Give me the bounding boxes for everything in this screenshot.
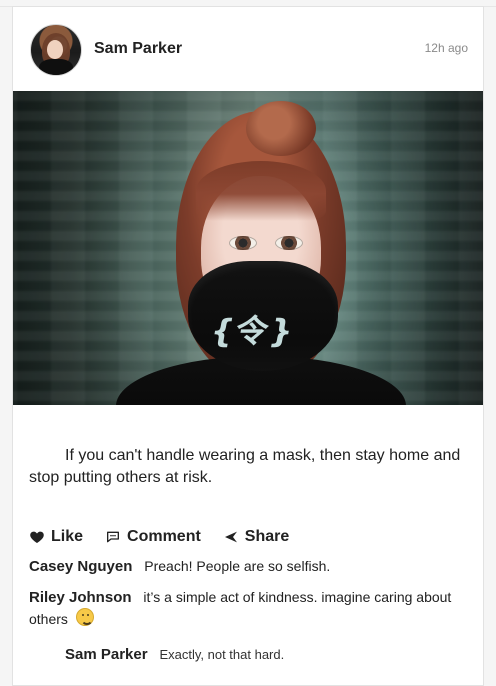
post-actions: Like Comment Share bbox=[29, 524, 469, 550]
disappointed-emoji-icon bbox=[75, 608, 94, 626]
right-eye bbox=[275, 236, 303, 250]
bangs bbox=[196, 161, 326, 221]
reply-row: Sam Parker Exactly, not that hard. bbox=[65, 644, 469, 665]
mask-logo: {令} bbox=[207, 312, 299, 350]
comment-author[interactable]: Riley Johnson bbox=[29, 589, 132, 606]
reply-text: Exactly, not that hard. bbox=[159, 647, 285, 662]
emoji-mouth bbox=[80, 619, 93, 625]
comment-author[interactable]: Casey Nguyen bbox=[29, 558, 132, 575]
comments: Casey Nguyen Preach! People are so selfi… bbox=[29, 556, 469, 663]
post-card: Sam Parker 12h ago {令} If you can't hand… bbox=[12, 6, 484, 686]
share-label: Share bbox=[244, 528, 290, 545]
comment-row: Casey Nguyen Preach! People are so selfi… bbox=[29, 556, 469, 577]
comment-icon bbox=[105, 529, 121, 545]
post-time: 12h ago bbox=[424, 41, 468, 55]
like-button[interactable]: Like bbox=[29, 528, 83, 546]
avatar[interactable] bbox=[30, 24, 82, 76]
post-caption: If you can't handle wearing a mask, then… bbox=[29, 447, 461, 486]
avatar-face bbox=[47, 40, 63, 59]
comment-row: Riley Johnson it’s a simple act of kindn… bbox=[29, 587, 469, 629]
comment-button[interactable]: Comment bbox=[105, 528, 201, 546]
photo-person: {令} bbox=[116, 101, 406, 405]
left-eye bbox=[229, 236, 257, 250]
post-header: Sam Parker 12h ago bbox=[13, 7, 483, 91]
share-button[interactable]: Share bbox=[223, 528, 289, 546]
post-photo[interactable]: {令} bbox=[13, 91, 483, 405]
comment-text: Preach! People are so selfish. bbox=[144, 558, 331, 574]
avatar-shirt bbox=[39, 59, 73, 75]
like-label: Like bbox=[51, 528, 84, 545]
reply-author[interactable]: Sam Parker bbox=[65, 646, 148, 663]
face-mask: {令} bbox=[188, 261, 338, 371]
heart-icon bbox=[29, 529, 45, 545]
comment-label: Comment bbox=[127, 528, 201, 545]
share-icon bbox=[223, 529, 239, 545]
hair-bun bbox=[246, 101, 316, 156]
author-name[interactable]: Sam Parker bbox=[94, 40, 182, 58]
